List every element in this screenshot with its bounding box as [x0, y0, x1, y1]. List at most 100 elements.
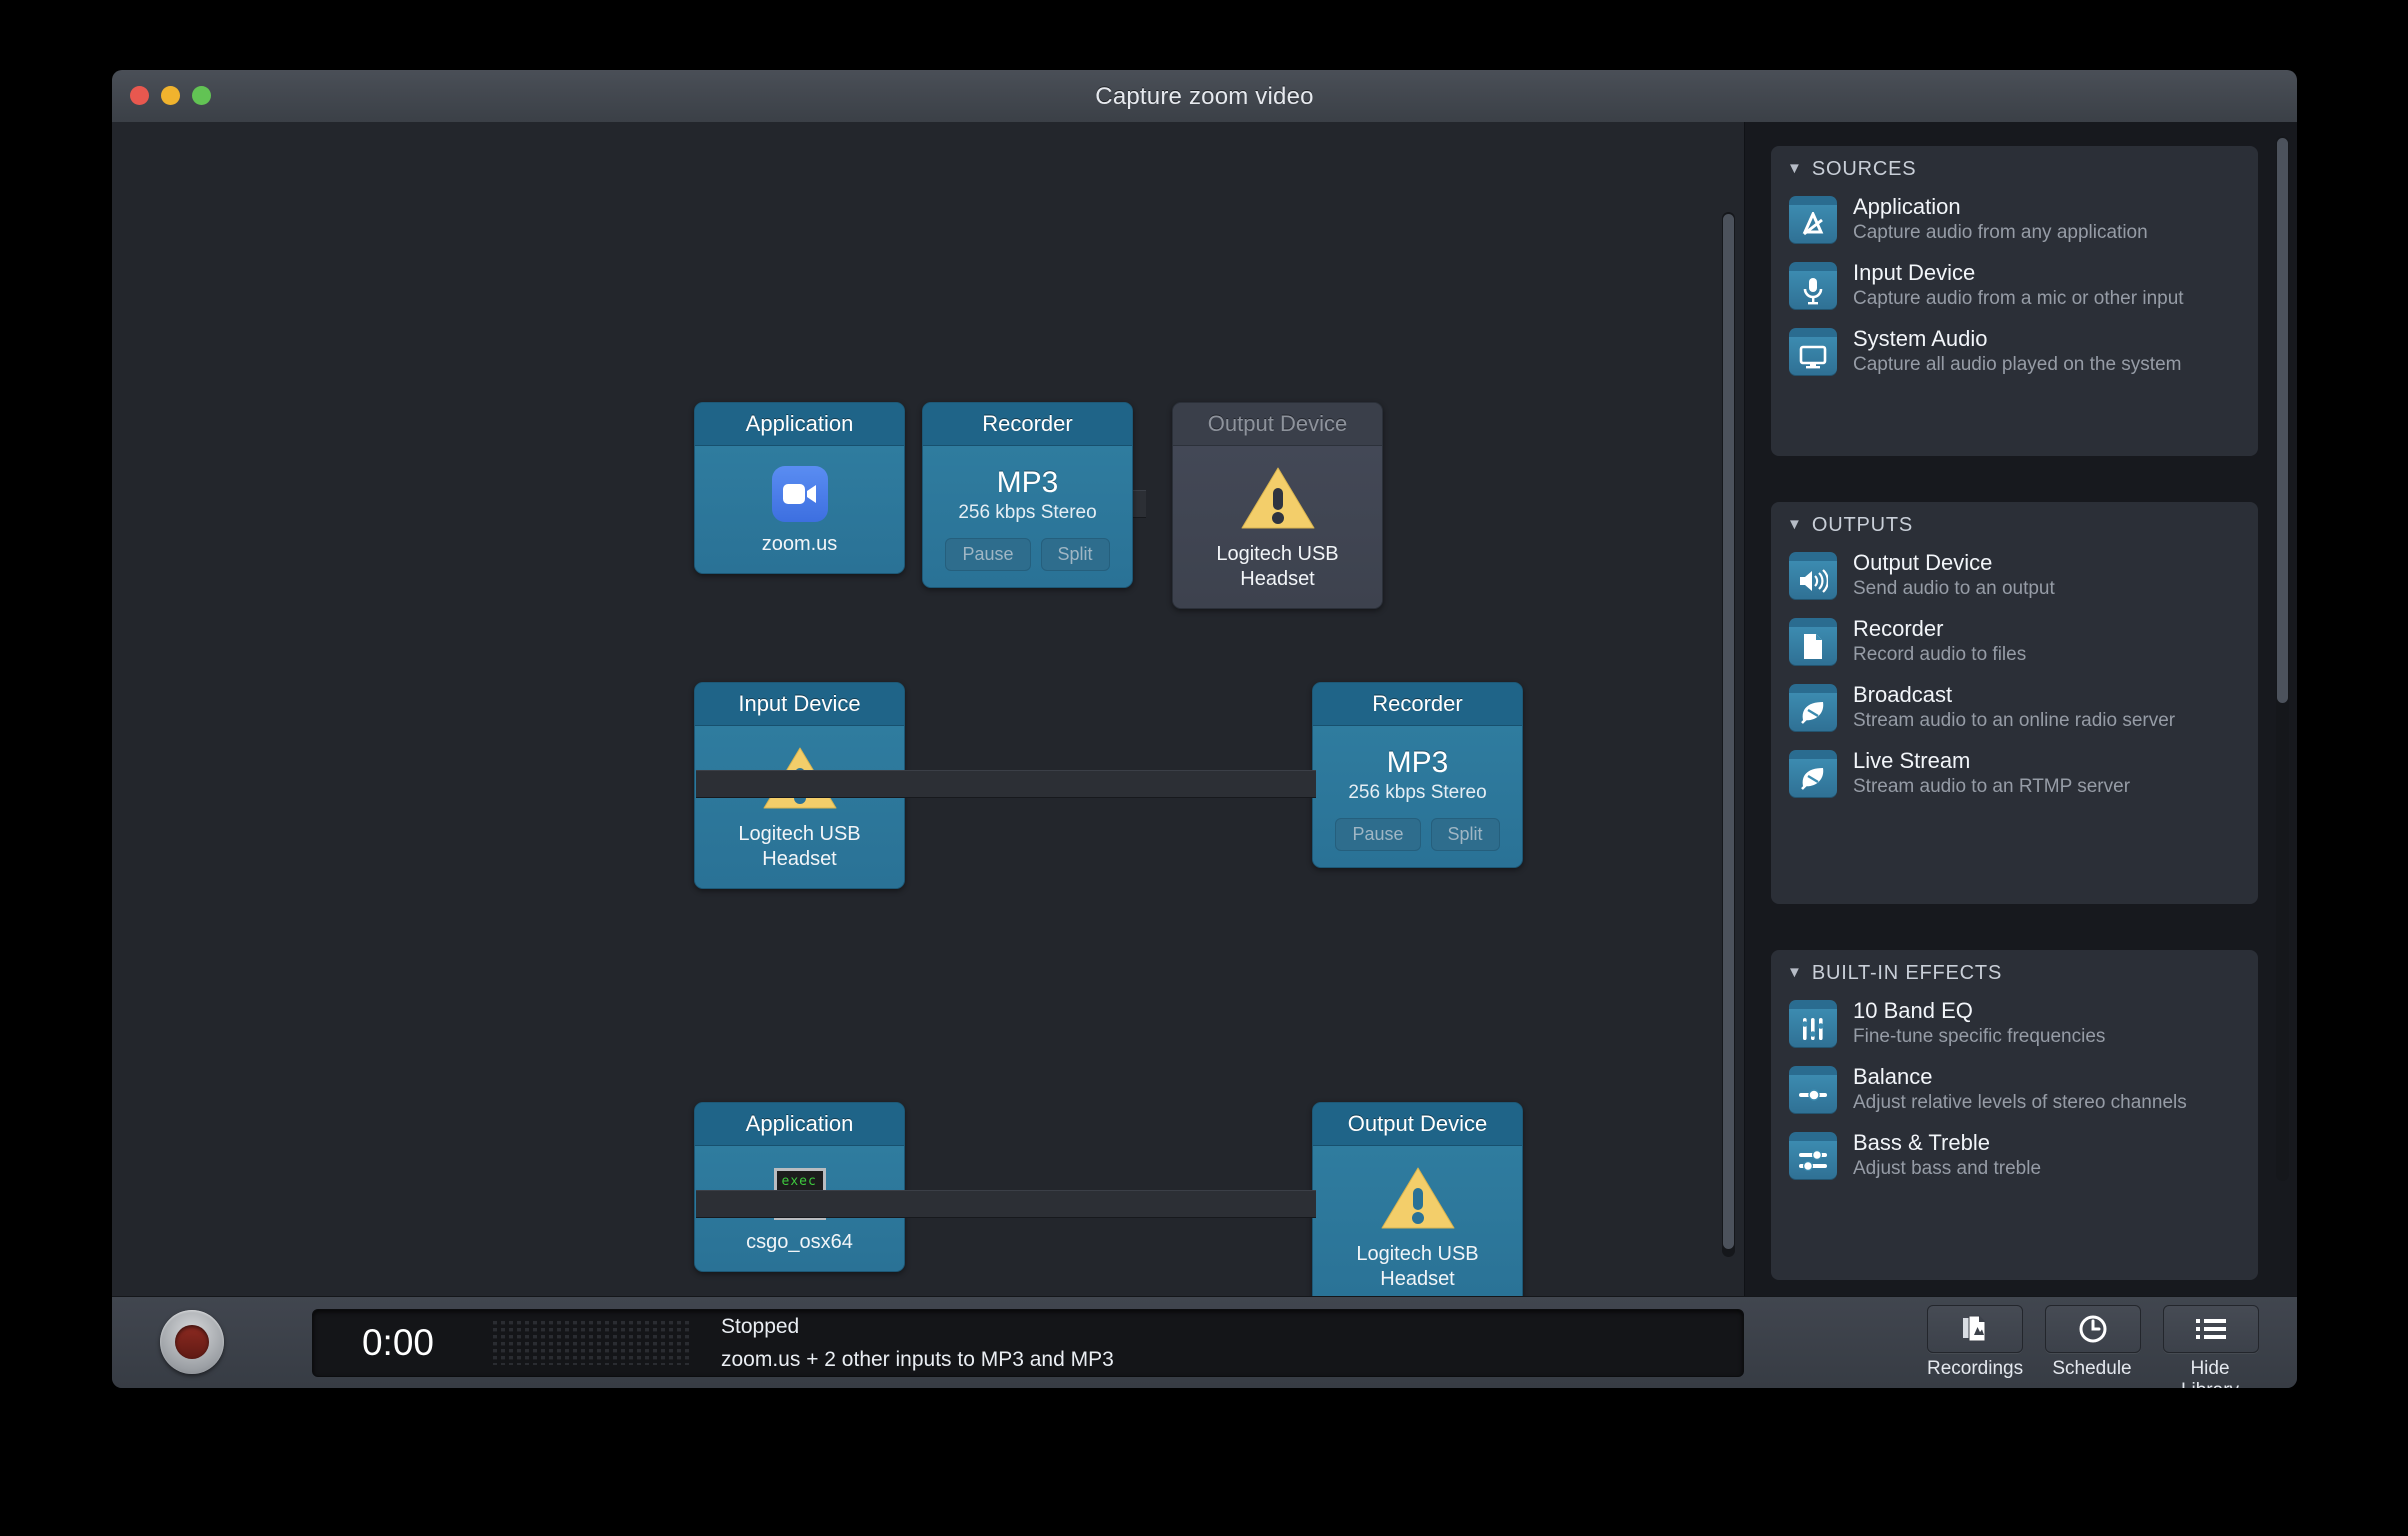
- library-item-text: Recorder Record audio to files: [1853, 615, 2242, 667]
- node-recorder-1[interactable]: Recorder MP3 256 kbps Stereo Pause Split: [922, 402, 1133, 588]
- node-body: Logitech USB Headset: [695, 726, 904, 888]
- library-item-title: Application: [1853, 194, 1961, 219]
- toolbar-buttons: Recordings Schedule Hide: [1927, 1305, 2259, 1388]
- library-item-title: 10 Band EQ: [1853, 998, 1973, 1023]
- section-header-outputs[interactable]: ▼ OUTPUTS: [1771, 502, 2258, 545]
- library-item-text: Input Device Capture audio from a mic or…: [1853, 259, 2242, 311]
- library-item-title: Bass & Treble: [1853, 1130, 1990, 1155]
- chevron-down-icon[interactable]: ▼: [1787, 161, 1802, 176]
- app-window: Capture zoom video Application zoom.us R…: [112, 70, 2297, 1388]
- recordings-button[interactable]: Recordings: [1927, 1305, 2023, 1388]
- recorder-bitrate: 256 kbps Stereo: [958, 502, 1097, 523]
- schedule-button-box[interactable]: [2045, 1305, 2141, 1353]
- library-item-title: Recorder: [1853, 616, 1944, 641]
- node-body: Logitech USB Headset: [1313, 1146, 1522, 1297]
- library-item-live-stream[interactable]: Live Stream Stream audio to an RTMP serv…: [1771, 743, 2258, 809]
- node-type-label: Application: [695, 403, 904, 446]
- section-title: BUILT-IN EFFECTS: [1811, 962, 2003, 984]
- clock-icon: [2079, 1315, 2107, 1343]
- library-item-desc: Adjust relative levels of stereo channel…: [1853, 1092, 2187, 1113]
- node-body: Logitech USB Headset: [1173, 446, 1382, 608]
- hide-library-button[interactable]: Hide Library: [2163, 1305, 2259, 1388]
- recorder-bitrate: 256 kbps Stereo: [1348, 782, 1487, 803]
- document-icon: [1789, 618, 1837, 666]
- library-item-application[interactable]: Application Capture audio from any appli…: [1771, 189, 2258, 255]
- recorder-controls: Pause Split: [1323, 818, 1512, 851]
- node-application-csgo[interactable]: Application exec csgo_osx64: [694, 1102, 905, 1272]
- library-item-bass-treble[interactable]: Bass & Treble Adjust bass and treble: [1771, 1125, 2258, 1191]
- library-item-title: Input Device: [1853, 260, 1976, 285]
- window-body: Application zoom.us Recorder MP3 256 kbp…: [112, 122, 2297, 1388]
- library-item-desc: Record audio to files: [1853, 644, 2027, 665]
- library-scrollbar-thumb[interactable]: [2277, 138, 2288, 703]
- node-type-label: Application: [695, 1103, 904, 1146]
- window-title: Capture zoom video: [1095, 83, 1314, 110]
- library-item-input-device[interactable]: Input Device Capture audio from a mic or…: [1771, 255, 2258, 321]
- canvas-scrollbar-thumb[interactable]: [1723, 214, 1734, 1249]
- library-item-desc: Capture all audio played on the system: [1853, 354, 2182, 375]
- schedule-label: Schedule: [2052, 1358, 2132, 1379]
- record-button[interactable]: [160, 1310, 224, 1374]
- library-item-10-band-eq[interactable]: 10 Band EQ Fine-tune specific frequencie…: [1771, 993, 2258, 1059]
- recorder-format: MP3: [1386, 746, 1449, 779]
- library-item-text: Broadcast Stream audio to an online radi…: [1853, 681, 2242, 733]
- elapsed-time: 0:00: [361, 1322, 434, 1363]
- node-application-zoom[interactable]: Application zoom.us: [694, 402, 905, 574]
- application-icon: [1789, 196, 1837, 244]
- library-item-title: Balance: [1853, 1064, 1933, 1089]
- library-item-balance[interactable]: Balance Adjust relative levels of stereo…: [1771, 1059, 2258, 1125]
- warning-icon: [1381, 1167, 1454, 1229]
- library-item-text: System Audio Capture all audio played on…: [1853, 325, 2242, 377]
- library-item-text: Balance Adjust relative levels of stereo…: [1853, 1063, 2242, 1115]
- library-item-desc: Fine-tune specific frequencies: [1853, 1026, 2106, 1047]
- node-output-device[interactable]: Output Device Logitech USB Headset: [1312, 1102, 1523, 1297]
- pause-button[interactable]: Pause: [945, 538, 1031, 571]
- title-bar: Capture zoom video: [112, 70, 2297, 123]
- library-item-output-device[interactable]: Output Device Send audio to an output: [1771, 545, 2258, 611]
- recordings-icon: [1963, 1315, 1986, 1342]
- split-button[interactable]: Split: [1040, 538, 1110, 571]
- node-type-label: Input Device: [695, 683, 904, 726]
- satellite-dish-icon: [1789, 684, 1837, 732]
- library-item-recorder[interactable]: Recorder Record audio to files: [1771, 611, 2258, 677]
- bottom-toolbar: 0:00 Stopped zoom.us + 2 other inputs to…: [112, 1296, 2297, 1388]
- canvas-scrollbar[interactable]: [1722, 212, 1735, 1257]
- node-device-label: Logitech USB Headset: [1356, 1243, 1479, 1290]
- section-header-effects[interactable]: ▼ BUILT-IN EFFECTS: [1771, 950, 2258, 993]
- connection-line: [696, 1190, 1316, 1218]
- library-item-title: Output Device: [1853, 550, 1993, 575]
- status-state: Stopped: [721, 1315, 800, 1338]
- schedule-button[interactable]: Schedule: [2045, 1305, 2141, 1388]
- chevron-down-icon[interactable]: ▼: [1787, 517, 1802, 532]
- list-icon: [2196, 1319, 2226, 1339]
- library-item-text: 10 Band EQ Fine-tune specific frequencie…: [1853, 997, 2242, 1049]
- node-source-label: csgo_osx64: [746, 1231, 853, 1253]
- node-recorder-2[interactable]: Recorder MP3 256 kbps Stereo Pause Split: [1312, 682, 1523, 868]
- node-output-device-disabled[interactable]: Output Device Logitech USB Headset: [1172, 402, 1383, 609]
- library-item-text: Live Stream Stream audio to an RTMP serv…: [1853, 747, 2242, 799]
- signal-flow-canvas[interactable]: Application zoom.us Recorder MP3 256 kbp…: [112, 122, 1745, 1297]
- hide-library-button-box[interactable]: [2163, 1305, 2259, 1353]
- speaker-icon: [1789, 552, 1837, 600]
- library-item-title: Live Stream: [1853, 748, 1971, 773]
- pause-button[interactable]: Pause: [1335, 818, 1421, 851]
- library-scrollbar[interactable]: [2276, 136, 2289, 1181]
- library-item-desc: Capture audio from a mic or other input: [1853, 288, 2184, 309]
- recorder-format: MP3: [996, 466, 1059, 499]
- library-item-broadcast[interactable]: Broadcast Stream audio to an online radi…: [1771, 677, 2258, 743]
- node-device-label: Logitech USB Headset: [738, 823, 861, 870]
- node-source-label: zoom.us: [761, 533, 838, 555]
- recorder-controls: Pause Split: [933, 538, 1122, 571]
- recordings-button-box[interactable]: [1927, 1305, 2023, 1353]
- display-icon: [1789, 328, 1837, 376]
- library-item-text: Bass & Treble Adjust bass and treble: [1853, 1129, 2242, 1181]
- library-item-desc: Capture audio from any application: [1853, 222, 2148, 243]
- section-built-in-effects: ▼ BUILT-IN EFFECTS 10 Band EQ Fine-tune …: [1771, 950, 2258, 1280]
- library-item-title: Broadcast: [1853, 682, 1953, 707]
- section-header-sources[interactable]: ▼ SOURCES: [1771, 146, 2258, 189]
- split-button[interactable]: Split: [1430, 818, 1500, 851]
- node-type-label: Recorder: [923, 403, 1132, 446]
- library-item-system-audio[interactable]: System Audio Capture all audio played on…: [1771, 321, 2258, 387]
- section-outputs: ▼ OUTPUTS Output Device Send audio to an…: [1771, 502, 2258, 904]
- chevron-down-icon[interactable]: ▼: [1787, 965, 1802, 980]
